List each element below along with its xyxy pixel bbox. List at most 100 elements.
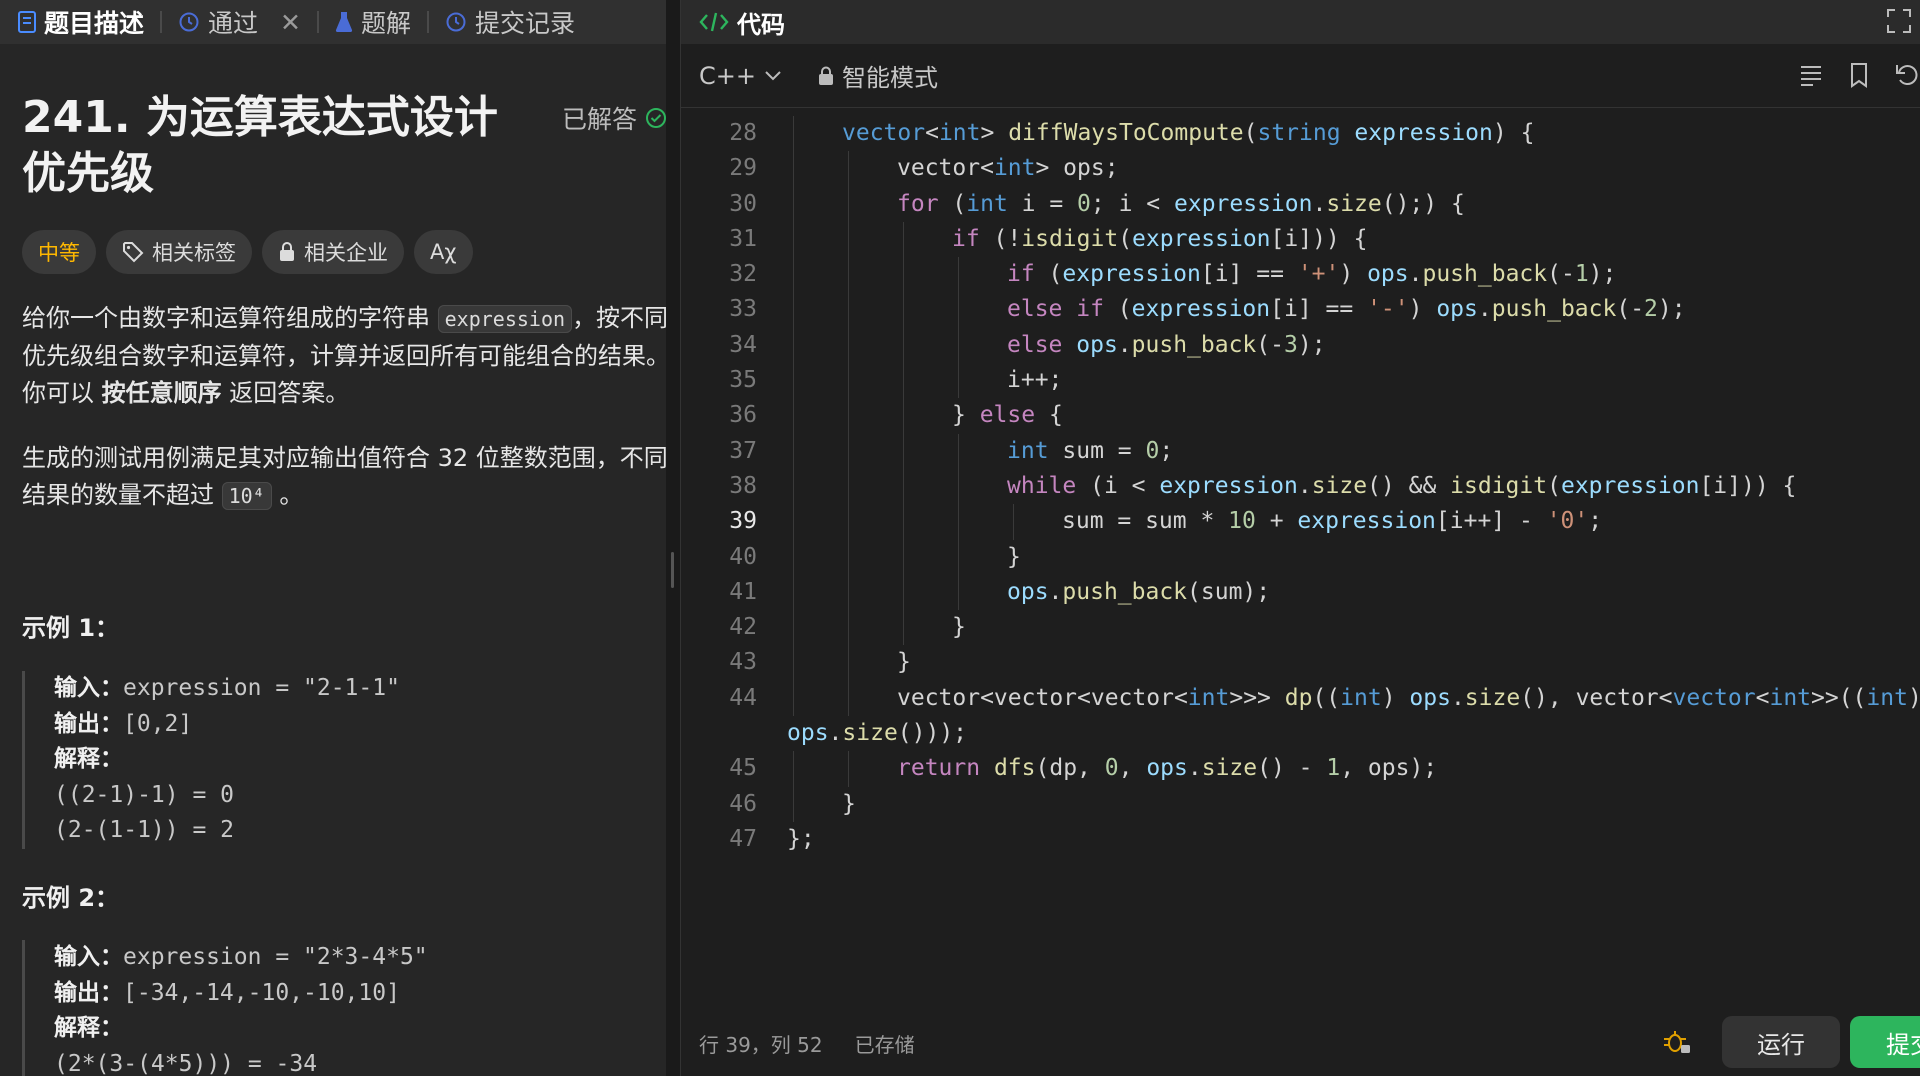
indent-guide (793, 751, 794, 787)
code-text: else if (expression[i] == '-') ops.push_… (757, 292, 1686, 328)
code-token: (- (1256, 331, 1284, 358)
code-token: int (1866, 684, 1908, 711)
code-token: i++; (1007, 367, 1063, 394)
code-token: ( (938, 190, 967, 217)
code-token: else (979, 402, 1036, 429)
document-icon (18, 11, 36, 33)
code-line[interactable]: 43} (681, 645, 1920, 681)
run-button[interactable]: 运行 (1722, 1016, 1840, 1068)
panel-splitter[interactable] (666, 0, 680, 1076)
code-token: ops (1367, 261, 1409, 288)
code-token: int (1769, 684, 1812, 711)
code-line[interactable]: 31 if (!isdigit(expression[i])) { (681, 221, 1920, 258)
code-text: vector<vector<vector<int>>> dp((int) ops… (757, 680, 1920, 717)
code-icon (699, 12, 729, 32)
related-companies-label: 相关企业 (304, 241, 388, 265)
code-line[interactable]: 36} else { (681, 398, 1920, 434)
code-token: push_back (1422, 261, 1548, 288)
bookmark-icon[interactable] (1846, 62, 1872, 88)
tab-solutions[interactable]: 题解 (335, 4, 411, 40)
code-line[interactable]: 44 vector<vector<vector<int>>> dp((int) o… (681, 680, 1920, 717)
smart-mode-toggle[interactable]: 智能模式 (818, 58, 938, 93)
reset-icon[interactable] (1894, 62, 1920, 88)
debug-icon[interactable] (1662, 1026, 1692, 1056)
code-line[interactable]: 41 ops.push_back(sum); (681, 574, 1920, 611)
code-token: } (842, 790, 856, 817)
code-text: } (757, 539, 1021, 575)
code-line[interactable]: 47}; (681, 822, 1920, 857)
code-token: () && (1367, 472, 1451, 499)
code-token: ( (1243, 120, 1258, 146)
code-line[interactable]: 46} (681, 786, 1920, 822)
code-text: int sum = 0; (757, 433, 1173, 469)
language-select[interactable]: C++ (699, 62, 782, 90)
code-line[interactable]: 38 while (i < expression.size() && isdigi… (681, 468, 1920, 505)
code-text: } (757, 645, 911, 681)
indent-guide (793, 610, 794, 646)
tab-submissions[interactable]: 提交记录 (445, 4, 575, 40)
line-number: 37 (729, 437, 757, 464)
code-token: (( (1312, 684, 1341, 711)
code-token: } (897, 649, 911, 676)
code-line[interactable]: 42} (681, 610, 1920, 646)
code-token: [i] == (1200, 261, 1298, 288)
solved-status: 已解答 (562, 100, 666, 136)
indent-guide (903, 398, 904, 434)
tab-description[interactable]: 题目描述 (18, 4, 144, 40)
example-1-explain-line: (2-(1-1)) = 2 (54, 817, 235, 843)
code-line[interactable]: 32 if (expression[i] == '+') ops.push_bac… (681, 257, 1920, 293)
related-tags-button[interactable]: 相关标签 (106, 230, 252, 274)
line-number (681, 716, 757, 751)
code-token: ) (1381, 684, 1410, 711)
code-token: ; i < (1090, 190, 1174, 217)
tab-passed[interactable]: 通过 ✕ (178, 4, 301, 40)
code-line[interactable]: 37 int sum = 0; (681, 433, 1920, 469)
indent-guide (958, 327, 959, 364)
tab-passed-label: 通过 (208, 9, 259, 38)
code-line[interactable]: 40} (681, 539, 1920, 575)
example-1-heading: 示例 1： (22, 614, 120, 642)
code-token: '+' (1297, 261, 1340, 288)
format-icon[interactable] (1798, 62, 1824, 88)
code-token: + (1255, 508, 1298, 535)
code-line[interactable]: 34 else ops.push_back(-3); (681, 327, 1920, 364)
code-token: int (938, 120, 981, 146)
line-number: 28 (729, 120, 757, 146)
code-token: expression (1560, 472, 1700, 499)
code-line[interactable]: 35 i++; (681, 363, 1920, 399)
code-line[interactable]: 29 vector<int> ops; (681, 151, 1920, 187)
related-companies-button[interactable]: 相关企业 (262, 230, 404, 274)
indent-guide (793, 221, 794, 258)
indent-guide (958, 574, 959, 611)
submit-button[interactable]: 提交 (1850, 1016, 1920, 1068)
code-line[interactable]: 30 for (int i = 0; i < expression.size();… (681, 186, 1920, 222)
code-line[interactable]: 39 sum = sum * 10 + expression[i++] - '0'… (681, 504, 1920, 540)
code-token: sum = sum * (1062, 508, 1229, 535)
line-number: 29 (729, 155, 757, 182)
code-editor[interactable]: 28 vector<int> diffWaysToCompute(string e… (681, 116, 1920, 857)
code-token: ( (1118, 225, 1133, 252)
line-number: 35 (729, 367, 757, 394)
indent-guide (903, 610, 904, 646)
code-line[interactable]: 45 return dfs(dp, 0, ops.size() - 1, ops)… (681, 751, 1920, 787)
constraint-text: 生成的测试用例满足其对应输出值符合 32 位整数范围，不同结果的数量不超过 (22, 444, 666, 509)
font-toggle-button[interactable]: Aχ (414, 230, 473, 274)
code-token: ops (1076, 331, 1118, 358)
close-icon[interactable]: ✕ (280, 8, 301, 37)
desc-bold: 按任意顺序 (101, 379, 222, 407)
code-token: size (1201, 755, 1258, 782)
indent-guide (848, 645, 849, 681)
code-token: ( (1547, 472, 1561, 499)
code-token: (- (1547, 261, 1575, 288)
code-token: for (897, 190, 939, 217)
line-number: 40 (729, 543, 757, 570)
drag-handle[interactable] (671, 552, 674, 588)
code-line[interactable]: 33 else if (expression[i] == '-') ops.pus… (681, 292, 1920, 328)
code-line[interactable]: ops.size())); (681, 716, 1920, 751)
code-line[interactable]: 28 vector<int> diffWaysToCompute(string e… (681, 116, 1920, 152)
fullscreen-icon[interactable] (1886, 8, 1912, 34)
code-token: }; (787, 825, 815, 852)
code-token: vector<vector<vector< (897, 684, 1188, 711)
